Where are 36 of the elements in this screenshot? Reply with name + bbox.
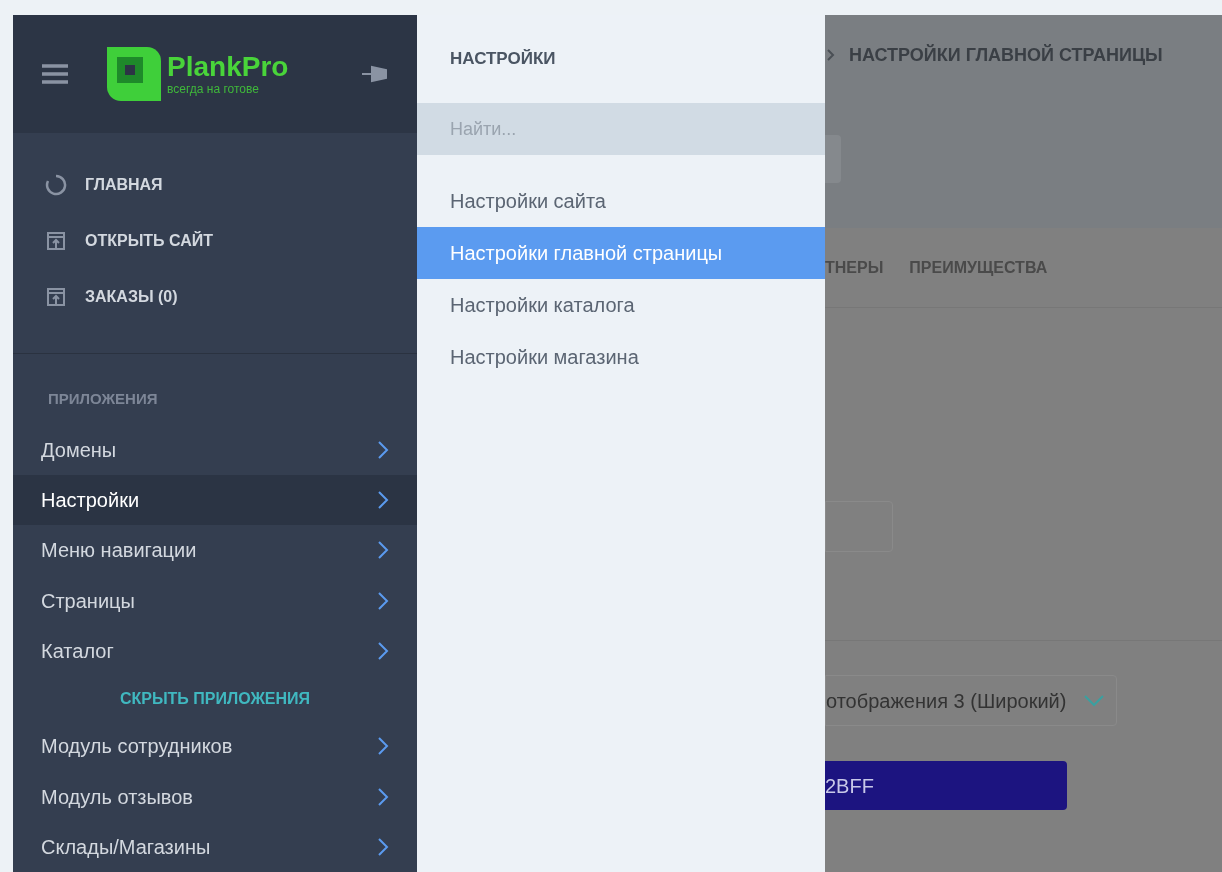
upload-box-icon xyxy=(45,230,67,252)
flyout-item[interactable]: Настройки магазина xyxy=(417,331,825,383)
chevron-right-icon xyxy=(377,490,389,511)
sidebar-item[interactable]: Страницы xyxy=(13,575,417,626)
sidebar-item[interactable]: Склады/Магазины xyxy=(13,821,417,872)
flyout-title: НАСТРОЙКИ xyxy=(449,48,557,71)
logo-name: PlankPro xyxy=(167,52,289,82)
sidebar-item[interactable]: Модуль сотрудников xyxy=(13,720,417,772)
chevron-right-icon xyxy=(377,736,389,757)
breadcrumb: НАСТРОЙКИ ГЛАВНОЙ СТРАНИЦЫ xyxy=(849,43,1163,67)
hide-apps-link[interactable]: СКРЫТЬ ПРИЛОЖЕНИЯ xyxy=(119,686,311,711)
sidebar-item[interactable]: Каталог xyxy=(13,626,417,677)
chevron-right-icon xyxy=(827,49,835,61)
color-field[interactable]: 2BFF xyxy=(825,761,1067,810)
flyout-item[interactable]: Настройки каталога xyxy=(417,279,825,331)
pin-icon[interactable] xyxy=(361,63,389,85)
sidebar-item[interactable]: Домены xyxy=(13,424,417,475)
flyout-item[interactable]: Настройки сайта xyxy=(417,175,825,227)
chevron-right-icon xyxy=(377,786,389,807)
chevron-right-icon xyxy=(377,641,389,662)
chevron-down-icon xyxy=(1084,694,1104,707)
logo-tagline: всегда на готове xyxy=(167,82,260,96)
sidebar-item[interactable]: Модуль отзывов xyxy=(13,771,417,822)
chevron-right-icon xyxy=(377,836,389,857)
chevron-right-icon xyxy=(377,540,389,561)
input-field[interactable] xyxy=(825,501,893,552)
chevron-right-icon xyxy=(377,590,389,611)
sidebar-link[interactable]: ЗАКАЗЫ (0) xyxy=(13,277,417,317)
sidebar-item[interactable]: Меню навигации xyxy=(13,525,417,576)
chevron-right-icon xyxy=(377,439,389,460)
menu-icon[interactable] xyxy=(41,63,69,85)
upload-box-icon xyxy=(45,286,67,308)
section-title: ПРИЛОЖЕНИЯ xyxy=(47,389,159,409)
sidebar-link[interactable]: ОТКРЫТЬ САЙТ xyxy=(13,221,417,261)
sidebar-item[interactable]: Настройки xyxy=(13,474,417,526)
sidebar-link[interactable]: ГЛАВНАЯ xyxy=(13,165,417,205)
